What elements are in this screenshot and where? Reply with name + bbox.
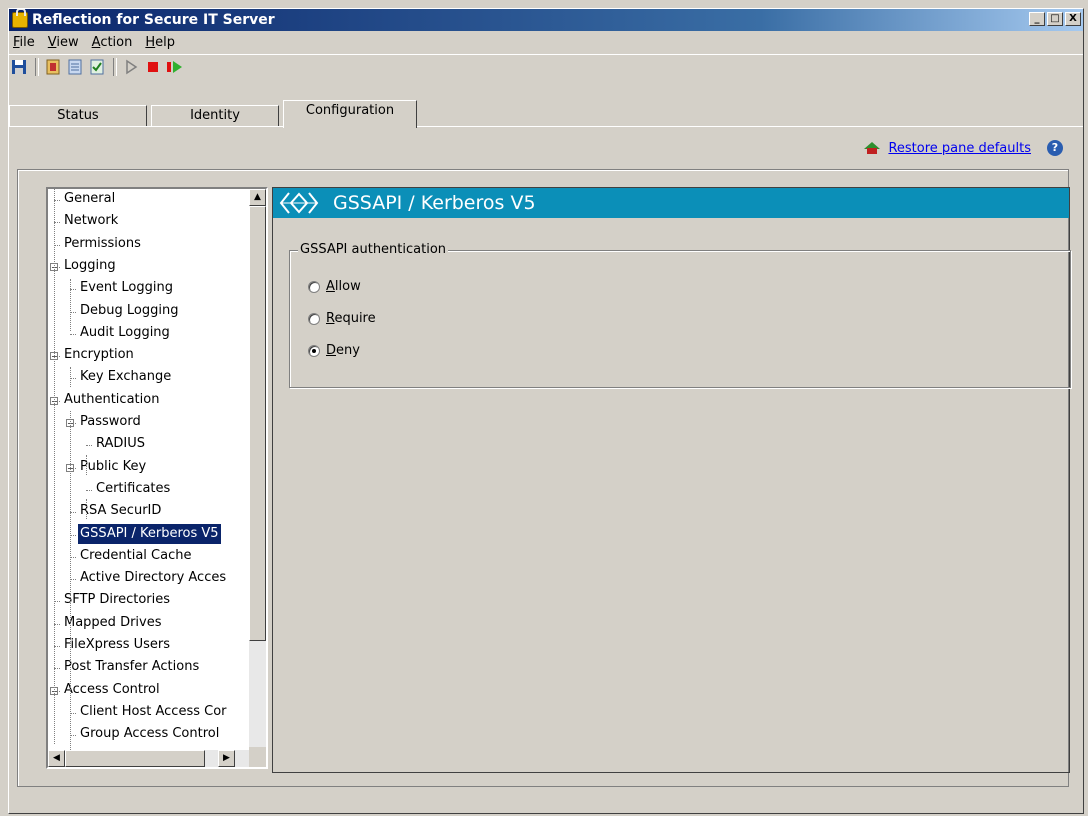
app-window: Reflection for Secure IT Server _ □ X Fi…: [8, 8, 1084, 814]
tree-guide-line: [70, 367, 71, 387]
tree-item[interactable]: GSSAPI / Kerberos V5: [78, 523, 221, 544]
tree-item[interactable]: Mapped Drives: [62, 613, 164, 633]
tree-item[interactable]: Encryption: [62, 345, 136, 365]
lock-icon: [12, 9, 28, 28]
tree-connector: [86, 489, 92, 491]
tree-item[interactable]: Active Directory Acces: [78, 568, 228, 588]
tree-guide-line: [70, 279, 71, 331]
tree-vertical-scrollbar[interactable]: ▲: [249, 189, 266, 751]
maximize-button[interactable]: □: [1047, 12, 1063, 26]
check-icon[interactable]: [87, 57, 107, 77]
tab-divider: [9, 126, 1083, 127]
menu-help[interactable]: Help: [141, 35, 184, 50]
stop-icon[interactable]: [143, 57, 163, 77]
tree-item[interactable]: Audit Logging: [78, 323, 172, 343]
tree-item[interactable]: Logging: [62, 256, 118, 276]
tree-item[interactable]: Debug Logging: [78, 301, 180, 321]
tree-item[interactable]: Access Control: [62, 680, 162, 700]
tab-identity[interactable]: Identity: [151, 105, 279, 127]
radio-deny[interactable]: Deny: [308, 343, 360, 358]
menu-bar: File View Action Help: [9, 32, 184, 52]
tree-item[interactable]: Authentication: [62, 390, 161, 410]
tree-connector: [70, 333, 76, 335]
help-icon[interactable]: ?: [1047, 140, 1063, 156]
scroll-up-button[interactable]: ▲: [249, 189, 266, 206]
scroll-left-button[interactable]: ◀: [48, 750, 65, 767]
window-title: Reflection for Secure IT Server: [32, 12, 275, 28]
settings-pane: GSSAPI / Kerberos V5 GSSAPI authenticati…: [272, 187, 1071, 773]
tree-items: General Network Permissions − Logging Event L…: [48, 189, 253, 751]
tree-guide-line: [54, 189, 55, 744]
toolbar: [9, 54, 1083, 79]
tree-item[interactable]: Certificates: [94, 479, 172, 499]
scroll-right-button[interactable]: ▶: [218, 750, 235, 767]
tree-item[interactable]: RSA SecurID: [78, 501, 163, 521]
scroll-thumb[interactable]: [249, 206, 266, 641]
tree-item[interactable]: Client Host Access Cor: [78, 702, 229, 722]
radio-deny-button[interactable]: [308, 344, 320, 357]
tree-item[interactable]: Network: [62, 211, 120, 231]
tab-status[interactable]: Status: [9, 105, 147, 127]
tree-item[interactable]: Permissions: [62, 234, 143, 254]
group-label: GSSAPI authentication: [298, 242, 449, 257]
tree-item[interactable]: General: [62, 189, 117, 209]
radio-allow-label: Allow: [326, 279, 361, 294]
menu-file[interactable]: File: [9, 35, 44, 50]
gssapi-group: GSSAPI authentication Allow Require Deny: [289, 242, 1071, 388]
tab-strip: Status Identity Configuration: [9, 99, 1083, 128]
diamond-arrows-icon: [279, 192, 319, 214]
play-icon[interactable]: [121, 57, 141, 77]
tree-item[interactable]: Group Access Control: [78, 724, 221, 744]
tree-horizontal-scrollbar[interactable]: ◀ ▶: [48, 750, 253, 767]
tree-item[interactable]: SFTP Directories: [62, 590, 172, 610]
window-controls: _ □ X: [1027, 12, 1081, 26]
tree-connector: [86, 445, 92, 447]
hscroll-thumb[interactable]: [65, 750, 205, 767]
tree-item[interactable]: RADIUS: [94, 434, 147, 454]
restore-link[interactable]: Restore pane defaults: [888, 141, 1031, 156]
save-icon[interactable]: [9, 57, 29, 77]
radio-require-label: Require: [326, 311, 376, 326]
menu-view[interactable]: View: [44, 35, 88, 50]
menu-action[interactable]: Action: [88, 35, 142, 50]
close-button[interactable]: X: [1065, 12, 1081, 26]
minimize-button[interactable]: _: [1029, 12, 1045, 26]
settings-icon[interactable]: [43, 57, 63, 77]
tree-item[interactable]: Public Key: [78, 457, 148, 477]
radio-deny-label: Deny: [326, 343, 360, 358]
tree-item[interactable]: Event Logging: [78, 278, 175, 298]
pane-banner: GSSAPI / Kerberos V5: [273, 188, 1069, 218]
restart-icon[interactable]: [165, 57, 185, 77]
restore-icon: [864, 142, 881, 154]
list-icon[interactable]: [65, 57, 85, 77]
radio-require-button[interactable]: [308, 312, 320, 325]
tree-item[interactable]: Password: [78, 412, 143, 432]
tree-item[interactable]: Post Transfer Actions: [62, 657, 201, 677]
scroll-corner: [249, 747, 266, 767]
tab-configuration[interactable]: Configuration: [283, 100, 417, 128]
config-tree[interactable]: General Network Permissions − Logging Event L…: [46, 187, 268, 769]
toolbar-separator: [113, 58, 117, 76]
title-bar[interactable]: Reflection for Secure IT Server _ □ X: [9, 9, 1083, 31]
pane-title: GSSAPI / Kerberos V5: [333, 192, 536, 214]
tree-item[interactable]: FileXpress Users: [62, 635, 172, 655]
tree-guide-line: [86, 455, 87, 475]
restore-pane-defaults[interactable]: Restore pane defaults: [862, 140, 1031, 156]
tree-guide-line: [86, 499, 87, 519]
radio-allow[interactable]: Allow: [308, 279, 361, 294]
tree-item[interactable]: Credential Cache: [78, 546, 193, 566]
tree-guide-line: [70, 701, 71, 746]
tree-guide-line: [70, 411, 71, 751]
radio-require[interactable]: Require: [308, 311, 376, 326]
tree-item[interactable]: Key Exchange: [78, 367, 173, 387]
toolbar-separator: [35, 58, 39, 76]
radio-allow-button[interactable]: [308, 280, 320, 293]
